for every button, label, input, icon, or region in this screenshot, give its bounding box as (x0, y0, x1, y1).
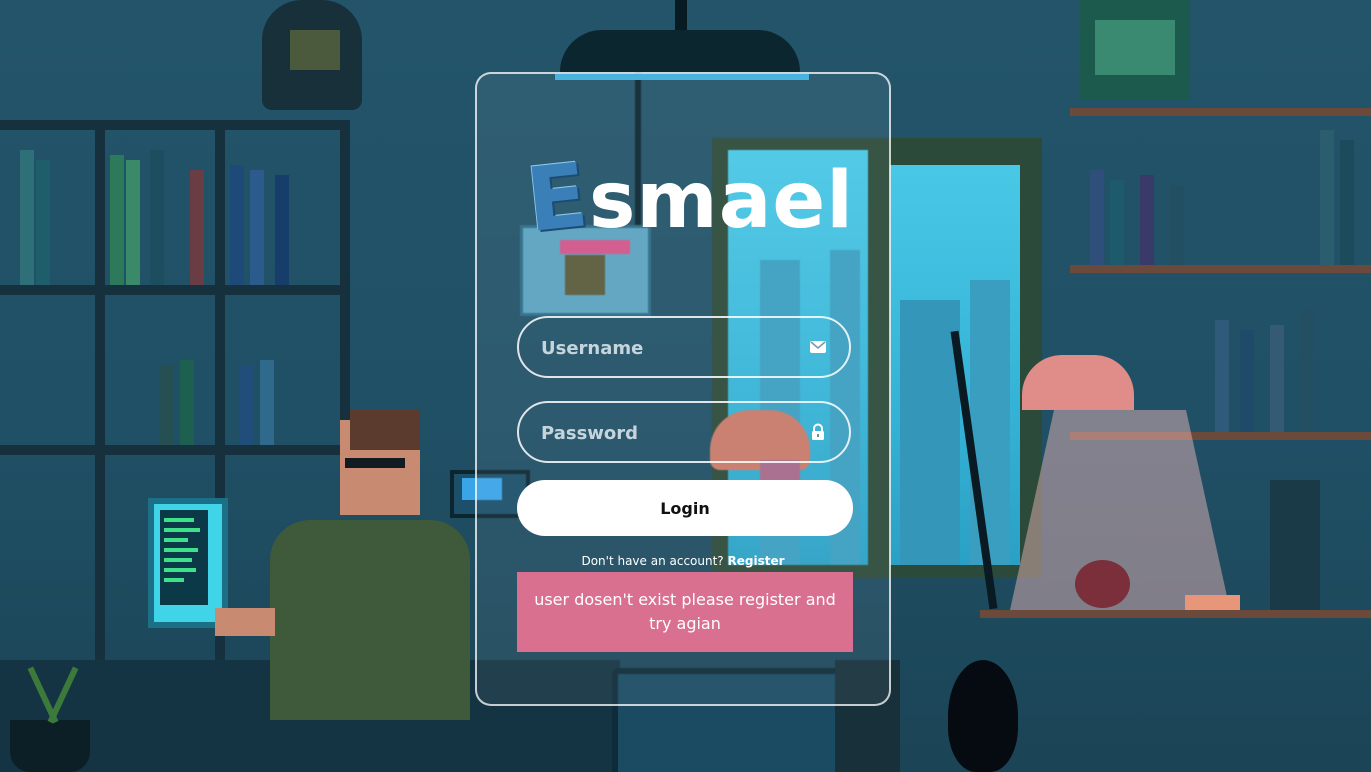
username-field[interactable] (517, 316, 851, 378)
login-card: E smael Login Don't have an account? Reg… (475, 72, 891, 706)
envelope-icon (809, 338, 827, 356)
password-input[interactable] (539, 403, 803, 463)
card-accent-bar (555, 74, 809, 80)
brand-logo: E smael (522, 143, 853, 252)
password-field[interactable] (517, 401, 851, 463)
logo-initial: E (521, 143, 593, 252)
error-alert: user dosen't exist please register and t… (517, 572, 853, 652)
login-button[interactable]: Login (517, 480, 853, 536)
logo-text: smael (589, 156, 854, 246)
register-prompt-text: Don't have an account? (581, 554, 724, 568)
register-link[interactable]: Register (728, 554, 785, 568)
username-input[interactable] (539, 318, 803, 378)
register-prompt: Don't have an account? Register (477, 554, 889, 568)
lock-icon (809, 423, 827, 441)
left-shelf (0, 120, 350, 130)
